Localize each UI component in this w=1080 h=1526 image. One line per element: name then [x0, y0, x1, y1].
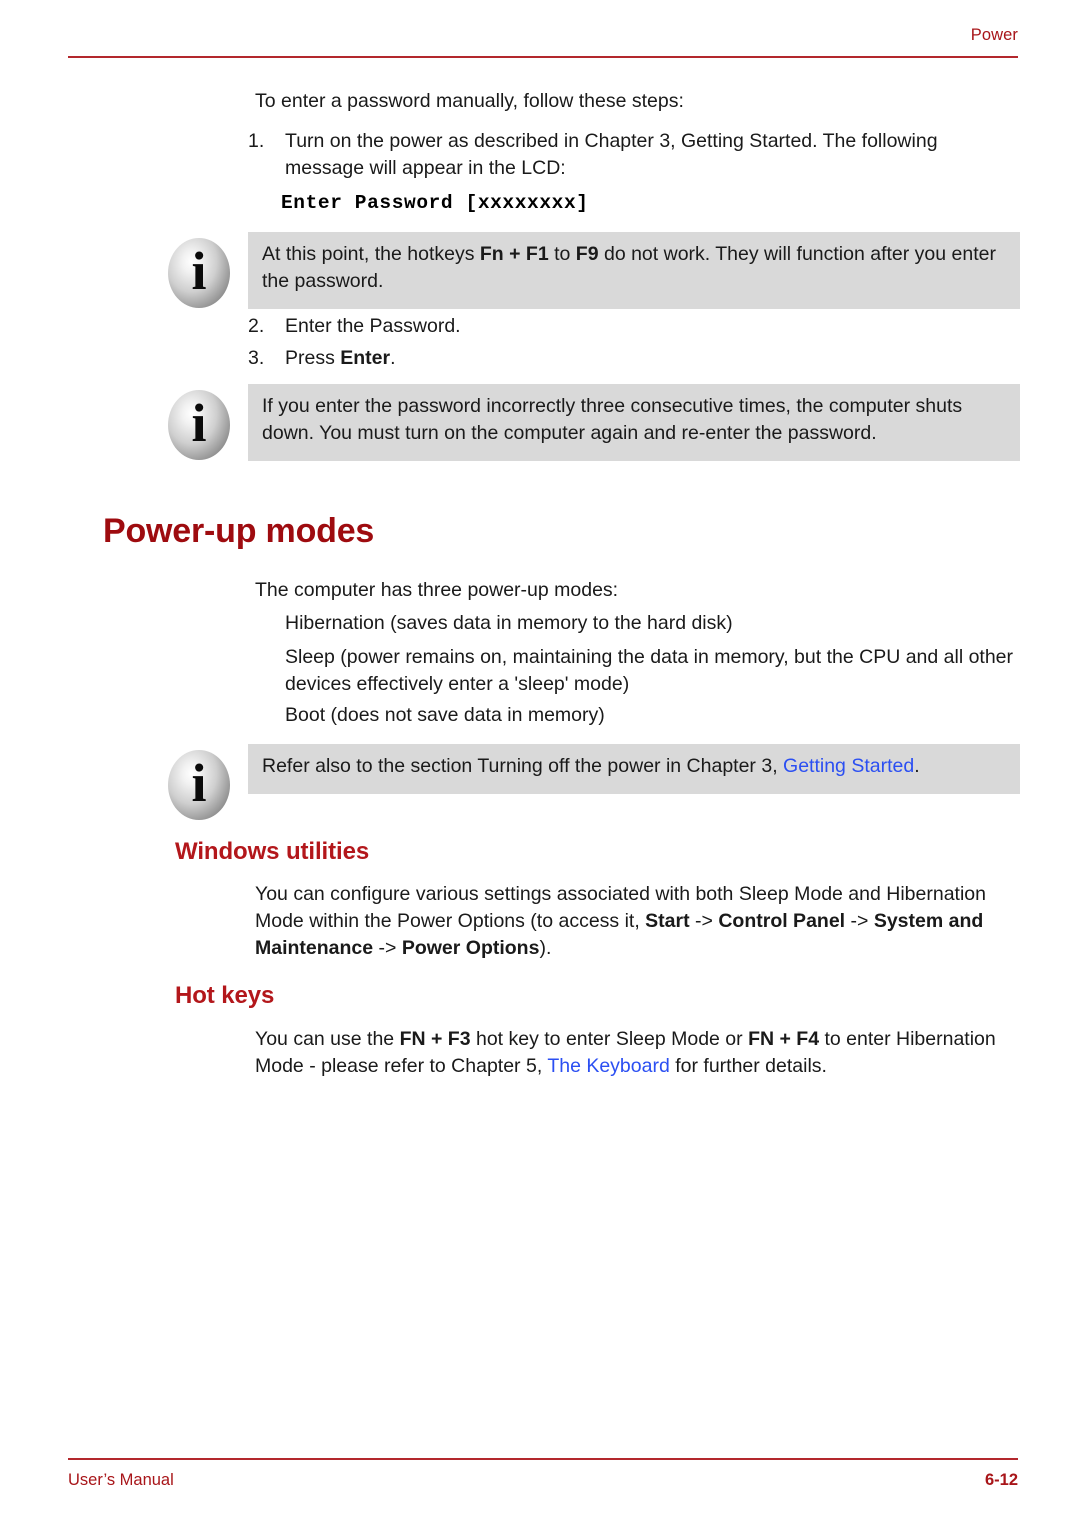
info-callout-1-text: At this point, the hotkeys Fn + F1 to F9… [262, 241, 1006, 295]
intro-paragraph: To enter a password manually, follow the… [255, 90, 684, 112]
info-callout-3-text: Refer also to the section Turning off th… [262, 753, 1006, 780]
step-3-text: Press Enter. [285, 345, 1020, 372]
link-the-keyboard[interactable]: The Keyboard [547, 1055, 670, 1077]
footer-page-number: 6-12 [984, 1471, 1018, 1489]
wu-seg-1: Start [645, 910, 690, 932]
callout-3-seg-0: Refer also to the section Turning off th… [262, 755, 784, 777]
header-rule [68, 56, 1018, 58]
hk-seg-2: hot key to enter Sleep Mode or [470, 1028, 749, 1050]
info-callout-2-text: If you enter the password incorrectly th… [262, 395, 963, 444]
hk-seg-6: for further details. [669, 1055, 827, 1077]
step-2-number: 2. [248, 315, 265, 337]
step-3-number: 3. [248, 347, 265, 369]
step-3-seg-1: . [390, 347, 396, 369]
step-2: 2. Enter the Password. [248, 313, 1020, 340]
step-1-text: Turn on the power as described in Chapte… [285, 130, 938, 179]
info-callout-2-box: If you enter the password incorrectly th… [248, 384, 1020, 461]
info-icon: i [168, 750, 230, 820]
wu-seg-3: Control Panel [718, 910, 846, 932]
section-heading-windows-utilities: Windows utilities [175, 838, 370, 865]
footer-manual-label: User’s Manual [68, 1471, 174, 1489]
header-chapter-title: Power [970, 26, 1018, 44]
callout-1-seg-0: At this point, the hotkeys [262, 243, 480, 265]
step-3-keyword: Enter [340, 347, 391, 369]
step-2-text: Enter the Password. [285, 315, 461, 337]
wu-seg-4: -> [845, 910, 874, 932]
info-icon-glyph: i [191, 241, 207, 301]
document-page: Power To enter a password manually, foll… [0, 0, 1080, 1526]
windows-utilities-paragraph: You can configure various settings assoc… [255, 881, 1020, 962]
info-icon-glyph: i [191, 393, 207, 453]
step-3: 3. Press Enter. [248, 345, 1020, 372]
wu-seg-2: -> [689, 910, 719, 932]
wu-seg-8: ). [539, 937, 552, 959]
wu-seg-6: -> [373, 937, 402, 959]
section-heading-hot-keys: Hot keys [175, 982, 275, 1009]
info-icon: i [168, 390, 230, 460]
info-callout-1-box: At this point, the hotkeys Fn + F1 to F9… [248, 232, 1020, 309]
page-title-power-up-modes: Power-up modes [103, 512, 375, 550]
footer-rule [68, 1458, 1018, 1460]
page-header: Power [68, 26, 1018, 60]
hk-seg-0: You can use the [255, 1028, 400, 1050]
hk-seg-1: FN + F3 [399, 1028, 471, 1050]
callout-3-seg-2: . [914, 755, 920, 777]
page-footer: User’s Manual 6-12 [68, 1458, 1018, 1500]
hk-seg-3: FN + F4 [748, 1028, 820, 1050]
hot-keys-paragraph: You can use the FN + F3 hot key to enter… [255, 1026, 1020, 1080]
list-item: Hibernation (saves data in memory to the… [285, 612, 733, 634]
step-3-seg-0: Press [285, 347, 341, 369]
callout-1-seg-2: to [548, 243, 576, 265]
info-callout-3-box: Refer also to the section Turning off th… [248, 744, 1020, 794]
step-1: 1. Turn on the power as described in Cha… [248, 128, 1020, 182]
info-icon-glyph: i [191, 753, 207, 813]
list-item: Boot (does not save data in memory) [285, 704, 605, 726]
list-item: Sleep (power remains on, maintaining the… [285, 646, 1014, 695]
link-getting-started[interactable]: Getting Started [783, 755, 914, 777]
lcd-message: Enter Password [xxxxxxxx] [281, 192, 589, 214]
callout-1-seg-1: Fn + F1 [479, 243, 549, 265]
callout-1-seg-3: F9 [575, 243, 599, 265]
step-1-number: 1. [248, 130, 265, 152]
wu-seg-7: Power Options [401, 937, 540, 959]
info-icon: i [168, 238, 230, 308]
power-up-intro: The computer has three power-up modes: [255, 579, 619, 601]
